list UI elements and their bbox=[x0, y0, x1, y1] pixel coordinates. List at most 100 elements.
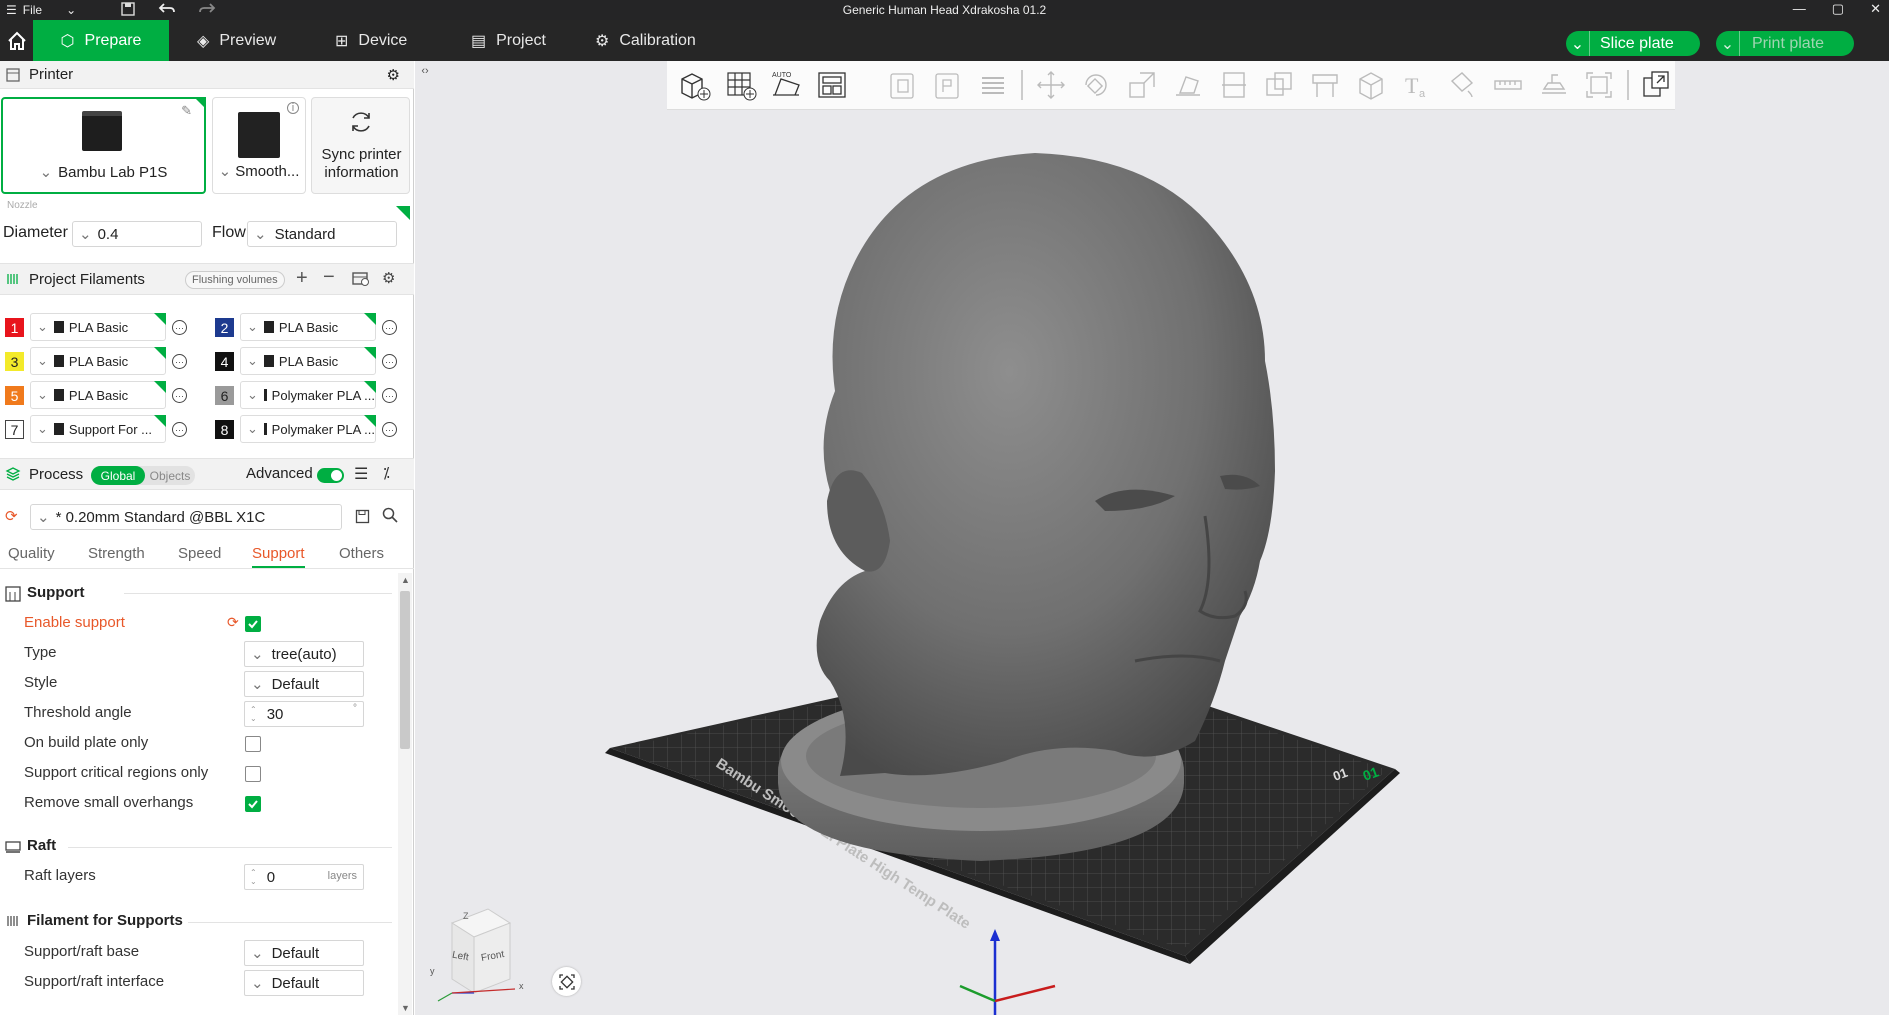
reset-view-icon[interactable] bbox=[552, 967, 581, 996]
threshold-angle-spinner[interactable]: ⌃ ⌄ 30 ° bbox=[244, 701, 364, 727]
scroll-up-icon[interactable]: ▲ bbox=[401, 575, 410, 585]
filament-type-icon bbox=[263, 389, 267, 401]
tab-support[interactable]: Support bbox=[252, 545, 305, 568]
filament-sync-icon[interactable] bbox=[352, 271, 370, 291]
add-icon[interactable]: + bbox=[296, 267, 308, 290]
enable-support-checkbox[interactable] bbox=[245, 616, 261, 632]
more-options-icon[interactable]: ··· bbox=[172, 354, 187, 369]
support-base-select[interactable]: ⌄ Default bbox=[244, 940, 364, 966]
scroll-down-icon[interactable]: ▼ bbox=[401, 1003, 410, 1013]
save-preset-icon[interactable] bbox=[355, 509, 370, 528]
gear-icon[interactable]: ⚙ bbox=[382, 269, 395, 287]
compare-icon[interactable]: ⁒ bbox=[383, 464, 390, 482]
tab-quality[interactable]: Quality bbox=[8, 545, 55, 566]
filament-select[interactable]: ⌄ Polymaker PLA ... bbox=[240, 381, 376, 409]
filament-select[interactable]: ⌄ Polymaker PLA ... bbox=[240, 415, 376, 443]
filament-name: PLA Basic bbox=[68, 387, 129, 403]
scrollbar[interactable]: ▲ ▼ bbox=[398, 573, 412, 1015]
critical-regions-checkbox[interactable] bbox=[245, 766, 261, 782]
scene-canvas[interactable]: Bambu Smooth PEI Plate High Temp Plate 0… bbox=[415, 61, 1889, 1015]
list-icon[interactable]: ☰ bbox=[354, 464, 368, 484]
filament-select[interactable]: ⌄ PLA Basic bbox=[240, 347, 376, 375]
more-options-icon[interactable]: ··· bbox=[382, 354, 397, 369]
filament-select[interactable]: ⌄ PLA Basic bbox=[240, 313, 376, 341]
home-icon[interactable] bbox=[0, 20, 33, 61]
flushing-volumes-button[interactable]: Flushing volumes bbox=[185, 271, 285, 289]
tab-speed[interactable]: Speed bbox=[178, 545, 221, 566]
printer-selector[interactable]: ✎ ⌄ Bambu Lab P1S bbox=[1, 97, 206, 194]
filament-select[interactable]: ⌄ PLA Basic bbox=[30, 381, 166, 409]
close-icon[interactable]: ✕ bbox=[1870, 1, 1881, 17]
filament-select[interactable]: ⌄ PLA Basic bbox=[30, 313, 166, 341]
nozzle-diameter-select[interactable]: ⌄ 0.4 bbox=[72, 221, 202, 247]
tab-prepare[interactable]: ⬡ Prepare bbox=[33, 20, 169, 61]
edit-icon[interactable]: ✎ bbox=[181, 103, 192, 119]
filament-color-swatch[interactable]: 4 bbox=[215, 352, 234, 371]
remove-icon[interactable]: − bbox=[323, 266, 335, 289]
tab-project[interactable]: ▤ Project bbox=[471, 20, 546, 61]
chevron-down-icon: ⌄ bbox=[251, 975, 264, 992]
more-options-icon[interactable]: ··· bbox=[172, 320, 187, 335]
filament-color-swatch[interactable]: 5 bbox=[5, 386, 24, 405]
filament-type-icon bbox=[53, 321, 64, 333]
3d-viewport[interactable]: AUTO Ta Bambu Smooth PEI Plate High Temp… bbox=[415, 61, 1889, 1015]
chevron-down-icon: ⌄ bbox=[39, 164, 53, 181]
support-style-select[interactable]: ⌄ Default bbox=[244, 671, 364, 697]
tab-others[interactable]: Others bbox=[339, 545, 384, 566]
build-plate-only-checkbox[interactable] bbox=[245, 736, 261, 752]
advanced-toggle[interactable] bbox=[317, 468, 344, 483]
window-title: Generic Human Head Xdrakosha 01.2 bbox=[842, 3, 1047, 17]
panel-collapse-handle[interactable]: ‹› bbox=[415, 61, 435, 81]
global-objects-toggle[interactable]: Global Objects bbox=[91, 466, 195, 485]
plate-type-selector[interactable]: i ⌄ Smooth... bbox=[212, 97, 306, 194]
filament-type-icon bbox=[53, 355, 64, 367]
filament-select[interactable]: ⌄ PLA Basic bbox=[30, 347, 166, 375]
process-preset-select[interactable]: ⌄ * 0.20mm Standard @BBL X1C bbox=[30, 504, 342, 530]
more-options-icon[interactable]: ··· bbox=[382, 422, 397, 437]
more-options-icon[interactable]: ··· bbox=[172, 422, 187, 437]
filament-color-swatch[interactable]: 1 bbox=[5, 318, 24, 337]
info-icon[interactable]: i bbox=[287, 102, 299, 114]
calibration-icon: ⚙ bbox=[595, 32, 610, 50]
filament-name: PLA Basic bbox=[278, 319, 339, 335]
filament-color-swatch[interactable]: 6 bbox=[215, 386, 234, 405]
slice-plate-button[interactable]: ⌄ Slice plate bbox=[1566, 31, 1700, 56]
filament-color-swatch[interactable]: 7 bbox=[5, 420, 24, 439]
search-icon[interactable] bbox=[382, 507, 398, 527]
plate-image bbox=[238, 112, 280, 158]
filament-select[interactable]: ⌄ Support For ... bbox=[30, 415, 166, 443]
spinner-arrows-icon[interactable]: ⌃ ⌄ bbox=[250, 705, 257, 723]
tab-calibration[interactable]: ⚙ Calibration bbox=[595, 20, 696, 61]
print-plate-button[interactable]: ⌄ Print plate bbox=[1716, 31, 1854, 56]
chevron-down-icon[interactable]: ⌄ bbox=[1566, 31, 1590, 56]
flow-select[interactable]: ⌄ Standard bbox=[247, 221, 397, 247]
sync-printer-button[interactable]: Sync printer information bbox=[311, 97, 410, 194]
nozzle-label: Nozzle bbox=[7, 200, 38, 211]
filament-color-swatch[interactable]: 8 bbox=[215, 420, 234, 439]
more-options-icon[interactable]: ··· bbox=[172, 388, 187, 403]
maximize-icon[interactable]: ▢ bbox=[1832, 1, 1844, 17]
minimize-icon[interactable]: — bbox=[1793, 1, 1806, 17]
filament-color-swatch[interactable]: 3 bbox=[5, 352, 24, 371]
support-type-select[interactable]: ⌄ tree(auto) bbox=[244, 641, 364, 667]
objects-option[interactable]: Objects bbox=[145, 466, 195, 485]
reset-icon[interactable]: ⟳ bbox=[5, 507, 18, 525]
reset-icon[interactable]: ⟳ bbox=[227, 614, 239, 631]
support-interface-select[interactable]: ⌄ Default bbox=[244, 970, 364, 996]
tab-device[interactable]: ⊞ Device bbox=[335, 20, 407, 61]
global-option[interactable]: Global bbox=[91, 466, 145, 485]
scrollbar-thumb[interactable] bbox=[400, 591, 410, 749]
tab-preview[interactable]: ◈ Preview bbox=[197, 20, 276, 61]
layers-icon: ◈ bbox=[197, 32, 210, 50]
tab-strength[interactable]: Strength bbox=[88, 545, 145, 566]
spinner-arrows-icon[interactable]: ⌃ ⌄ bbox=[250, 868, 257, 886]
gear-icon[interactable]: ⚙ bbox=[387, 66, 400, 84]
view-cube[interactable]: Z Left Front y x bbox=[430, 901, 540, 1011]
filament-color-swatch[interactable]: 2 bbox=[215, 318, 234, 337]
support-interface-label: Support/raft interface bbox=[24, 973, 165, 990]
more-options-icon[interactable]: ··· bbox=[382, 388, 397, 403]
remove-overhangs-checkbox[interactable] bbox=[245, 796, 261, 812]
raft-layers-spinner[interactable]: ⌃ ⌄ 0 layers bbox=[244, 864, 364, 890]
chevron-down-icon[interactable]: ⌄ bbox=[1716, 31, 1740, 56]
more-options-icon[interactable]: ··· bbox=[382, 320, 397, 335]
